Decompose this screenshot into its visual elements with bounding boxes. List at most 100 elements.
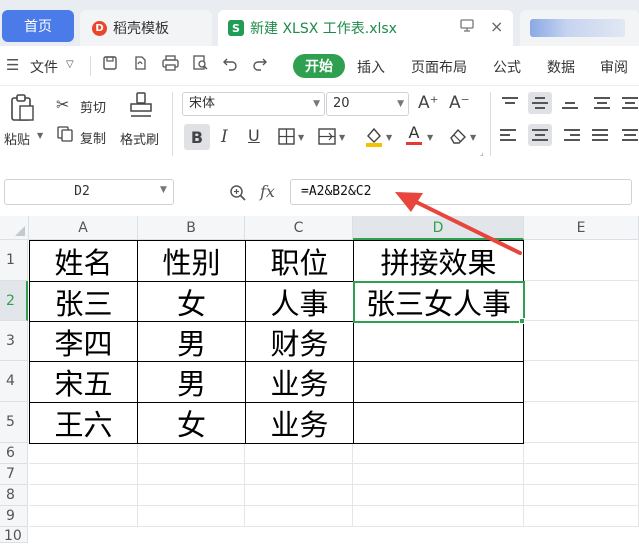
tab-home[interactable]: 首页 — [2, 10, 74, 42]
close-tab-icon[interactable]: × — [490, 17, 503, 36]
grid-cell[interactable] — [353, 485, 524, 506]
chevron-down-icon[interactable]: ▼ — [386, 133, 392, 142]
font-name-select[interactable]: 宋体 ▼ — [182, 92, 325, 116]
cell-b1[interactable]: 性别 — [137, 240, 246, 282]
cell-c5[interactable]: 业务 — [245, 402, 354, 444]
bold-button[interactable]: B — [184, 124, 210, 150]
cell-a5[interactable]: 王六 — [29, 402, 138, 444]
cell-c3[interactable]: 财务 — [245, 321, 354, 362]
menu-review[interactable]: 审阅 — [600, 57, 628, 77]
column-header-d[interactable]: D — [353, 216, 524, 240]
fill-handle[interactable] — [519, 318, 525, 324]
row-header-3[interactable]: 3 — [0, 321, 28, 361]
grid-cell[interactable] — [29, 506, 138, 527]
row-header-4[interactable]: 4 — [0, 361, 28, 402]
print-preview-icon[interactable] — [192, 55, 209, 75]
row-header-6[interactable]: 6 — [0, 443, 28, 464]
grid-cell[interactable] — [524, 506, 639, 527]
cell-b5[interactable]: 女 — [137, 402, 246, 444]
fill-color-icon[interactable] — [364, 126, 384, 152]
print-icon[interactable] — [162, 55, 179, 75]
column-header-e[interactable]: E — [524, 216, 639, 240]
grid-cell[interactable] — [524, 361, 639, 402]
menu-formulas[interactable]: 公式 — [493, 57, 521, 77]
italic-button[interactable]: I — [221, 127, 228, 147]
cell-a1[interactable]: 姓名 — [29, 240, 138, 282]
grid-cell[interactable] — [353, 506, 524, 527]
font-color-icon[interactable]: A — [406, 124, 422, 145]
grid-cell[interactable] — [29, 443, 138, 464]
select-all-corner[interactable] — [0, 216, 29, 240]
chevron-down-icon[interactable]: ▽ — [66, 59, 74, 70]
name-box[interactable]: D2 — [4, 179, 174, 205]
active-cell-selection[interactable] — [353, 281, 525, 323]
chevron-down-icon[interactable]: ▼ — [470, 133, 476, 142]
cell-a3[interactable]: 李四 — [29, 321, 138, 362]
align-top-icon[interactable] — [498, 92, 522, 114]
scissors-icon[interactable]: ✂ — [56, 95, 69, 114]
tab-obscured[interactable] — [520, 10, 639, 46]
grid-cell[interactable] — [245, 464, 353, 485]
grid-cell[interactable] — [524, 443, 639, 464]
chevron-down-icon[interactable]: ▼ — [427, 133, 433, 142]
formula-input[interactable]: =A2&B2&C2 — [290, 179, 632, 205]
chevron-down-icon[interactable]: ▼ — [160, 185, 167, 195]
font-size-select[interactable]: 20 ▼ — [326, 92, 409, 116]
underline-button[interactable]: U — [248, 126, 260, 145]
increase-indent-icon[interactable] — [618, 92, 639, 114]
cell-d3[interactable] — [353, 321, 524, 362]
cell-c2[interactable]: 人事 — [245, 281, 354, 322]
align-left-icon[interactable] — [498, 124, 522, 146]
cell-c4[interactable]: 业务 — [245, 361, 354, 403]
cell-c1[interactable]: 职位 — [245, 240, 354, 282]
format-painter-button[interactable]: 格式刷 — [120, 129, 159, 148]
grid-cell[interactable] — [29, 464, 138, 485]
export-pdf-icon[interactable] — [132, 55, 148, 75]
monitor-icon[interactable] — [460, 19, 474, 36]
grid-cell[interactable] — [138, 506, 245, 527]
row-header-9[interactable]: 9 — [0, 506, 28, 527]
merge-cells-icon[interactable] — [318, 128, 336, 149]
save-icon[interactable] — [102, 55, 118, 75]
cell-d4[interactable] — [353, 361, 524, 403]
decrease-font-size-icon[interactable]: A⁻ — [449, 93, 470, 113]
grid-cell[interactable] — [353, 464, 524, 485]
grid-cell[interactable] — [138, 485, 245, 506]
column-header-c[interactable]: C — [245, 216, 353, 240]
cut-button[interactable]: 剪切 — [80, 97, 106, 116]
font-dialog-launcher-icon[interactable]: ⌟ — [480, 148, 484, 157]
menu-page-layout[interactable]: 页面布局 — [411, 57, 467, 77]
row-header-2[interactable]: 2 — [0, 281, 28, 321]
justify-icon[interactable] — [588, 124, 612, 146]
grid-cell[interactable] — [524, 281, 639, 321]
cell-d1[interactable]: 拼接效果 — [353, 240, 524, 282]
insert-function-icon[interactable]: fx — [260, 182, 275, 201]
menu-file[interactable]: 文件 — [30, 57, 58, 77]
menu-start[interactable]: 开始 — [293, 54, 345, 78]
decrease-indent-icon[interactable] — [590, 92, 614, 114]
grid-cell[interactable] — [138, 464, 245, 485]
grid-cell[interactable] — [245, 485, 353, 506]
copy-button[interactable]: 复制 — [80, 128, 106, 147]
tab-xlsx-workbook[interactable]: S 新建 XLSX 工作表.xlsx × — [218, 10, 513, 46]
row-header-8[interactable]: 8 — [0, 485, 28, 506]
paste-icon[interactable] — [8, 94, 36, 126]
grid-cell[interactable] — [524, 464, 639, 485]
cell-d5[interactable] — [353, 402, 524, 444]
paste-dropdown-icon[interactable]: ▼ — [37, 131, 43, 140]
cell-b4[interactable]: 男 — [137, 361, 246, 403]
cell-b2[interactable]: 女 — [137, 281, 246, 322]
align-bottom-icon[interactable] — [558, 92, 582, 114]
column-header-a[interactable]: A — [29, 216, 138, 240]
row-header-5[interactable]: 5 — [0, 402, 28, 443]
chevron-down-icon[interactable]: ▼ — [298, 133, 304, 142]
paste-button[interactable]: 粘贴 — [4, 129, 30, 148]
grid-cell[interactable] — [245, 443, 353, 464]
copy-icon[interactable] — [57, 126, 73, 146]
grid-cell[interactable] — [524, 240, 639, 281]
column-header-b[interactable]: B — [138, 216, 245, 240]
zoom-lookup-icon[interactable] — [229, 184, 247, 206]
grid-cell[interactable] — [245, 506, 353, 527]
menu-data[interactable]: 数据 — [547, 57, 575, 77]
grid-cell[interactable] — [138, 443, 245, 464]
